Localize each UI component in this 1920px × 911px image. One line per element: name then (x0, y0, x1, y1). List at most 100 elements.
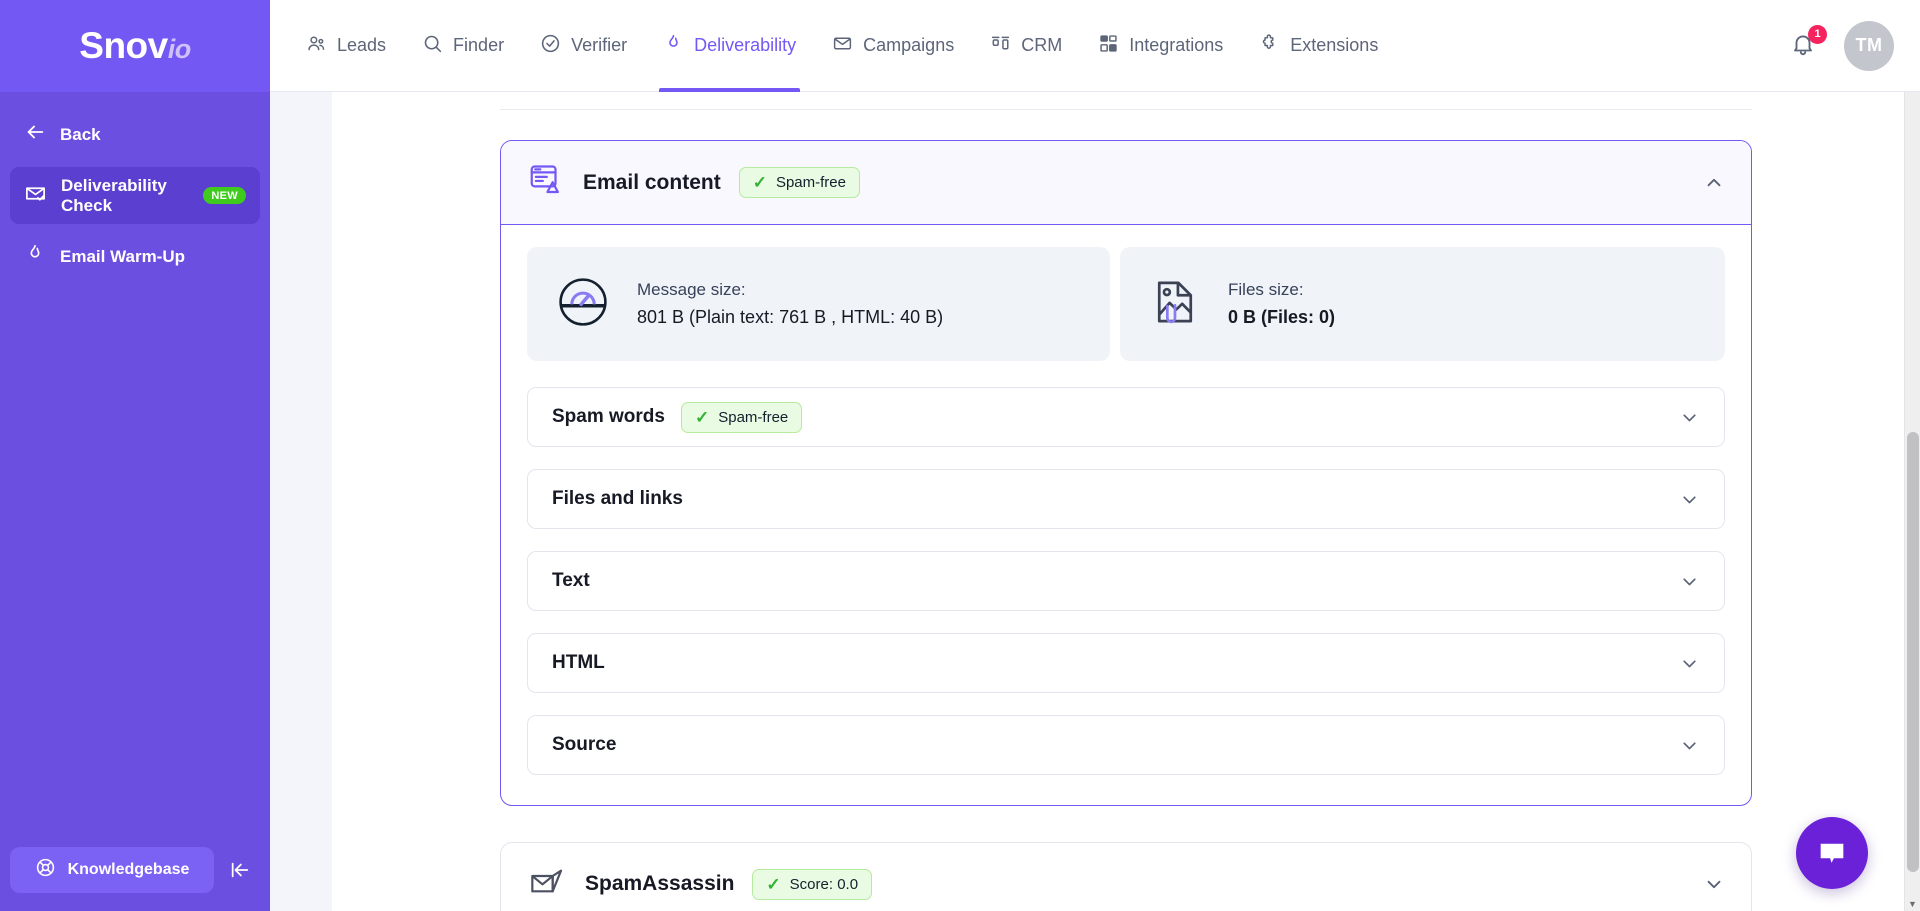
image-attachment-icon (1148, 275, 1202, 334)
status-badge-label: Spam-free (775, 174, 846, 191)
page-content: Email content ✓ Spam-free Message size: … (500, 92, 1752, 911)
chevron-down-icon[interactable] (1679, 735, 1700, 756)
sidebar-new-badge: NEW (203, 187, 246, 204)
avatar[interactable]: TM (1844, 20, 1894, 71)
lifebuoy-icon (35, 857, 56, 883)
accordion-title: Text (552, 570, 590, 591)
accordion-source[interactable]: Source (527, 715, 1725, 775)
sidebar-item-label: Email Warm-Up (60, 246, 186, 266)
sidebar-back-button[interactable]: Back (10, 106, 260, 163)
vertical-scrollbar[interactable]: ▼ (1904, 92, 1920, 911)
accordion-spam-words[interactable]: Spam words ✓ Spam-free (527, 387, 1725, 447)
accordion-title: Source (552, 734, 617, 755)
gauge-icon (555, 274, 611, 335)
accordion-title: Spam words (552, 406, 665, 427)
message-size-label: Message size: (637, 280, 746, 299)
chevron-down-icon[interactable] (1679, 653, 1700, 674)
nav-tab-verifier[interactable]: Verifier (522, 0, 645, 92)
scroll-down-arrow-icon[interactable]: ▼ (1905, 899, 1920, 909)
knowledgebase-button[interactable]: Knowledgebase (10, 847, 214, 893)
nav-tab-deliverability[interactable]: Deliverability (645, 0, 814, 92)
chevron-down-icon[interactable] (1703, 873, 1725, 895)
search-icon (422, 33, 443, 59)
nav-tab-crm[interactable]: CRM (972, 0, 1080, 92)
people-icon (306, 33, 327, 59)
grid-icon (1098, 33, 1119, 59)
nav-tab-finder[interactable]: Finder (404, 0, 522, 92)
sidebar: Snovio Back Deliverability Check NEW Ema… (0, 0, 270, 911)
email-content-header[interactable]: Email content ✓ Spam-free (501, 141, 1751, 225)
sidebar-footer: Knowledgebase (0, 847, 270, 911)
files-size-value: 0 B (Files: 0) (1228, 307, 1336, 327)
nav-tab-extensions[interactable]: Extensions (1241, 0, 1396, 92)
chevron-down-icon[interactable] (1679, 571, 1700, 592)
accordion-text[interactable]: Text (527, 551, 1725, 611)
nav-tab-label: Extensions (1290, 35, 1379, 55)
spamassassin-title: SpamAssassin (585, 872, 735, 895)
spamassassin-score-label: Score: 0.0 (789, 875, 859, 893)
app-logo[interactable]: Snovio (0, 0, 270, 92)
sidebar-item-email-warm-up[interactable]: Email Warm-Up (10, 228, 260, 285)
sidebar-item-deliverability-check[interactable]: Deliverability Check NEW (10, 167, 260, 224)
chevron-down-icon[interactable] (1679, 489, 1700, 510)
nav-tab-leads[interactable]: Leads (288, 0, 404, 92)
puzzle-icon (1259, 33, 1280, 59)
check-icon: ✓ (766, 874, 781, 894)
chevron-up-icon[interactable] (1703, 172, 1725, 194)
accordion-title: Files and links (552, 488, 683, 509)
chat-widget-button[interactable] (1796, 817, 1868, 889)
mail-check-icon (24, 182, 47, 210)
accordion-title: HTML (552, 652, 605, 673)
sidebar-back-label: Back (60, 124, 101, 144)
chat-bubble-icon (1820, 843, 1844, 863)
message-size-text: Message size: 801 B (Plain text: 761 B ,… (637, 280, 943, 328)
files-size-card: Files size: 0 B (Files: 0) (1120, 247, 1725, 361)
nav-tab-integrations[interactable]: Integrations (1080, 0, 1241, 92)
nav-tab-label: Finder (453, 35, 505, 55)
collapse-sidebar-button[interactable] (220, 850, 260, 890)
spamassassin-score-badge: ✓ Score: 0.0 (752, 868, 873, 900)
notifications-button[interactable]: 1 (1790, 24, 1827, 61)
arrow-left-icon (24, 121, 46, 148)
nav-tab-campaigns[interactable]: Campaigns (814, 0, 972, 92)
spamassassin-card[interactable]: SpamAssassin ✓ Score: 0.0 (500, 842, 1752, 911)
nav-tabs: Leads Finder Verifier Deliverability Cam… (288, 0, 1396, 92)
kanban-icon (990, 33, 1011, 59)
email-content-body: Message size: 801 B (Plain text: 761 B ,… (501, 225, 1751, 805)
email-content-card: Email content ✓ Spam-free Message size: … (500, 140, 1752, 806)
accordion-html[interactable]: HTML (527, 633, 1725, 693)
nav-tab-label: Verifier (571, 35, 628, 55)
spamassassin-icon (527, 862, 567, 907)
collapse-left-icon (231, 862, 249, 878)
status-badge: ✓ Spam-free (738, 167, 860, 198)
nav-tab-label: CRM (1021, 35, 1063, 55)
page-panel: Email content ✓ Spam-free Message size: … (332, 92, 1920, 911)
email-content-icon (527, 161, 565, 204)
scrollbar-thumb[interactable] (1907, 432, 1919, 872)
envelope-icon (832, 33, 853, 59)
size-summary-row: Message size: 801 B (Plain text: 761 B ,… (527, 247, 1725, 361)
flame-icon (663, 33, 684, 59)
email-content-title: Email content (583, 170, 721, 194)
logo-name: Snov (79, 25, 168, 66)
files-size-label: Files size: (1228, 280, 1304, 299)
notification-count-badge: 1 (1808, 24, 1827, 44)
knowledgebase-label: Knowledgebase (67, 861, 190, 878)
flame-icon (24, 243, 46, 270)
check-circle-icon (540, 33, 561, 59)
nav-tab-label: Integrations (1129, 35, 1224, 55)
left-gutter (270, 92, 332, 911)
files-size-text: Files size: 0 B (Files: 0) (1228, 280, 1335, 328)
chevron-down-icon[interactable] (1679, 407, 1700, 428)
nav-tab-label: Deliverability (694, 35, 797, 55)
topbar-actions: 1 TM (1790, 20, 1894, 71)
check-icon: ✓ (752, 173, 767, 192)
nav-tab-label: Campaigns (863, 35, 955, 55)
message-size-value: 801 B (Plain text: 761 B , HTML: 40 B) (637, 307, 944, 327)
previous-section-partial (500, 92, 1752, 110)
accordion-files-and-links[interactable]: Files and links (527, 469, 1725, 529)
logo-suffix: io (167, 34, 192, 64)
check-icon: ✓ (694, 407, 710, 427)
spam-words-status-label: Spam-free (718, 408, 789, 426)
content-scroll-area: Email content ✓ Spam-free Message size: … (270, 92, 1920, 911)
